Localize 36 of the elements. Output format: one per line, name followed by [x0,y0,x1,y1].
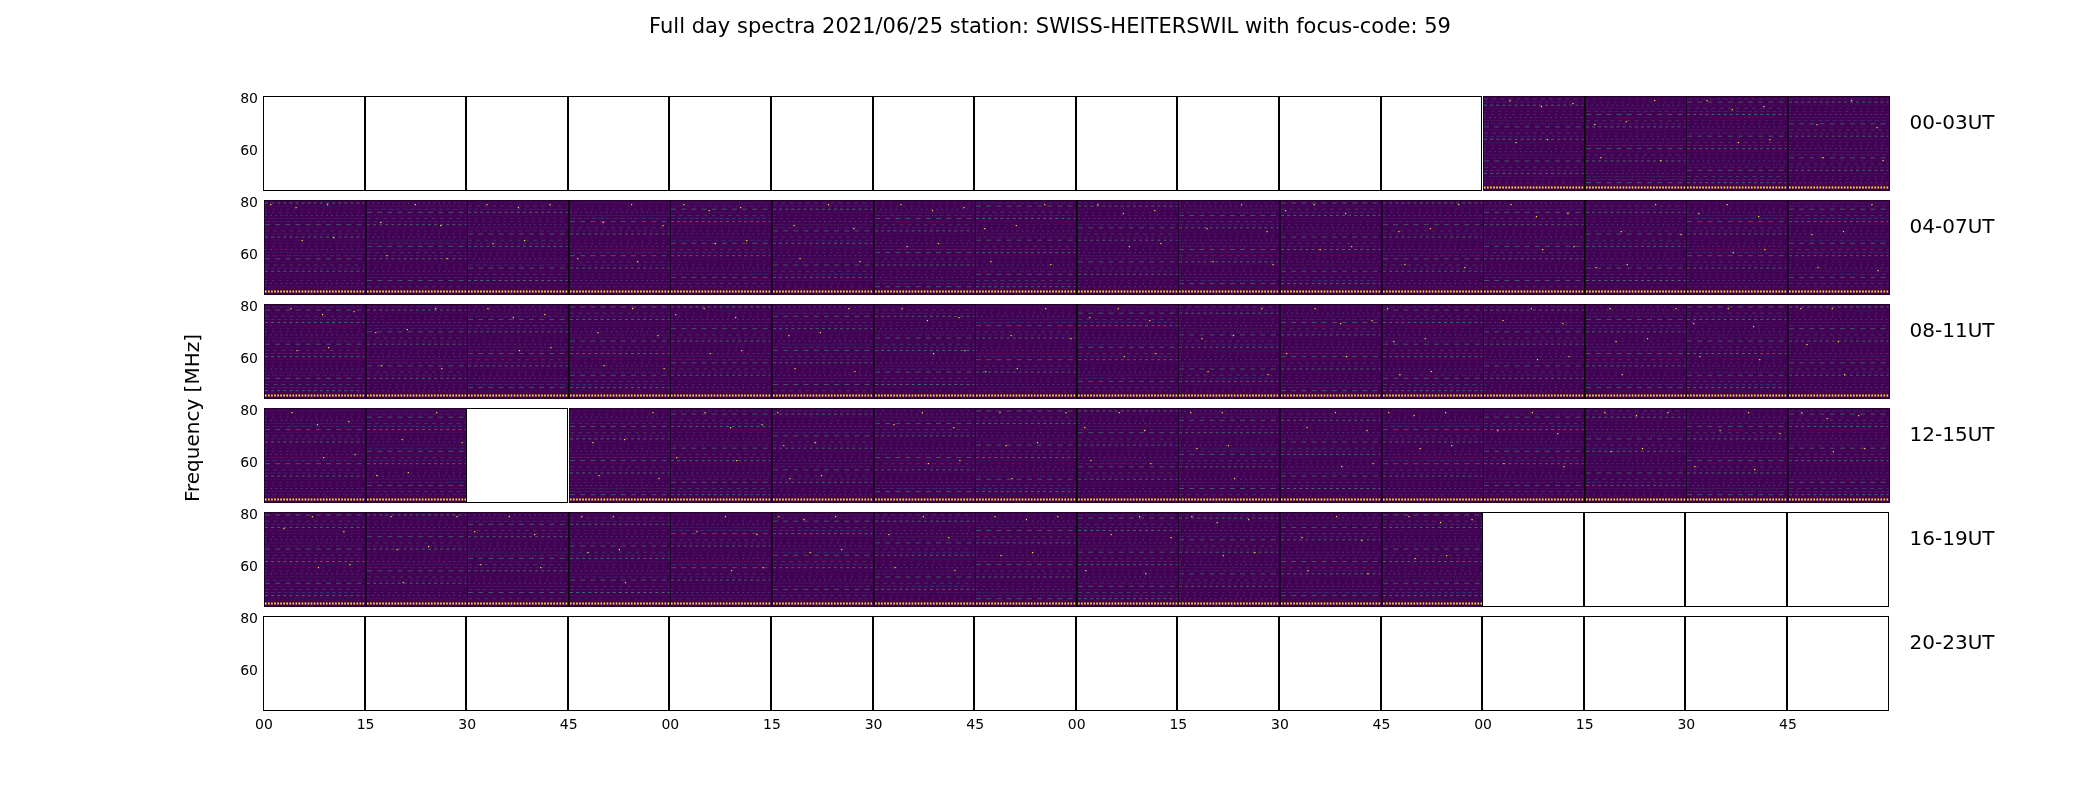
y-tick-label: 60 [240,143,258,158]
y-tick-label: 60 [240,351,258,366]
row-time-label: 12-15UT [1908,421,1995,448]
y-tick-label: 60 [240,559,258,574]
x-tick-label: 45 [1372,716,1391,732]
y-tick-label: 80 [240,507,258,522]
x-tick-label: 30 [458,716,477,732]
x-tick-label: 30 [864,716,883,732]
x-tick-label: 45 [559,716,578,732]
y-tick-label: 80 [240,91,258,106]
x-tick-label: 15 [356,716,375,732]
x-tick-label: 00 [255,716,273,732]
y-axis-label: Frequency [MHz] [180,333,204,503]
row-time-label: 16-19UT [1908,525,1995,552]
x-tick-label: 45 [1779,716,1797,732]
y-tick-label: 80 [240,611,258,626]
x-tick-label: 00 [661,716,680,732]
y-tick-label: 80 [240,195,258,210]
x-tick-label: 15 [1169,716,1188,732]
x-tick-label: 15 [763,716,781,732]
x-tick-label: 15 [1575,716,1594,732]
y-tick-label: 80 [240,299,258,314]
y-tick-label: 80 [240,403,258,418]
x-tick-label: 00 [1067,716,1086,732]
row-time-label: 04-07UT [1908,213,1995,240]
row-time-label: 00-03UT [1908,109,1995,136]
row-time-label: 20-23UT [1908,629,1995,656]
y-tick-label: 60 [240,247,258,262]
y-tick-label: 60 [240,455,258,470]
y-tick-label: 60 [240,663,258,678]
x-tick-label: 45 [966,716,985,732]
chart-title: Full day spectra 2021/06/25 station: SWISS-HEITERSWIL with focus-code: 59 [648,13,1452,40]
x-tick-label: 30 [1677,716,1696,732]
x-tick-label: 00 [1474,716,1493,732]
row-time-label: 08-11UT [1908,317,1995,344]
x-tick-label: 30 [1271,716,1289,732]
